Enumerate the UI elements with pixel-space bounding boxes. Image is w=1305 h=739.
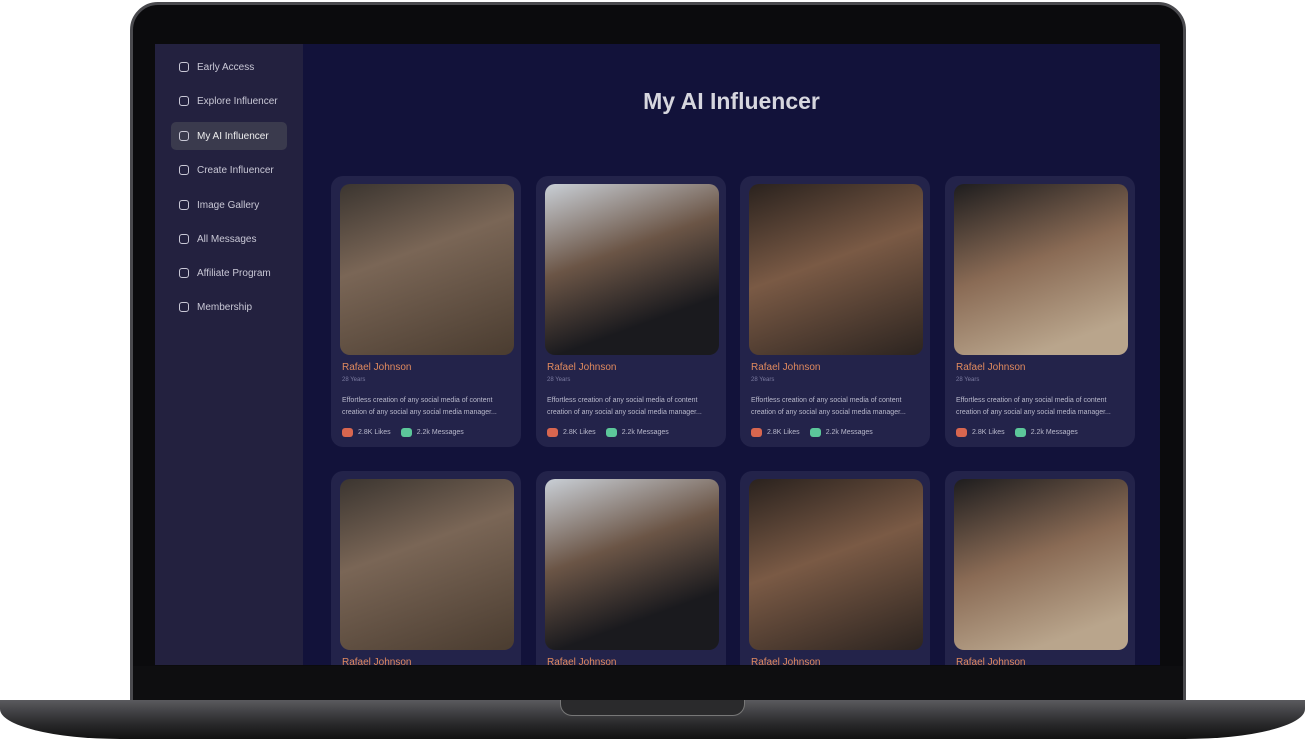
likes-count: 2.8K Likes — [972, 429, 1005, 436]
messages-icon — [400, 428, 412, 437]
likes-icon — [342, 428, 353, 437]
messages-count: 2.2k Messages — [825, 429, 873, 436]
influencer-photo — [340, 479, 514, 650]
sidebar-item-early-access[interactable]: Early Access — [171, 53, 287, 81]
sidebar-item-all-messages[interactable]: All Messages — [171, 225, 287, 253]
copy-icon — [179, 268, 189, 278]
influencer-name[interactable]: Rafael Johnson — [956, 362, 1026, 373]
influencer-photo — [954, 184, 1128, 355]
messages-count: 2.2k Messages — [1030, 429, 1078, 436]
influencer-name[interactable]: Rafael Johnson — [547, 362, 617, 373]
likes-count: 2.8K Likes — [563, 429, 596, 436]
influencer-stats: 2.8K Likes 2.2k Messages — [751, 428, 873, 437]
scan-user-icon — [179, 96, 189, 106]
influencer-name[interactable]: Rafael Johnson — [956, 657, 1026, 665]
influencer-stats: 2.8K Likes 2.2k Messages — [547, 428, 669, 437]
likes-count: 2.8K Likes — [767, 429, 800, 436]
influencer-card[interactable]: Rafael Johnson 28 Years Effortless creati… — [740, 176, 930, 447]
screen: Early Access Explore Influencer My AI Infl… — [155, 44, 1160, 665]
influencer-description: Effortless creation of any social media … — [956, 397, 1111, 416]
sidebar-item-my-ai-influencer[interactable]: My AI Influencer — [171, 122, 287, 150]
sidebar-item-label: All Messages — [197, 233, 257, 245]
image-icon — [179, 200, 189, 210]
sidebar-item-label: Create Influencer — [197, 164, 274, 176]
sidebar-item-affiliate-program[interactable]: Affiliate Program — [171, 259, 287, 287]
influencer-name[interactable]: Rafael Johnson — [342, 362, 412, 373]
sidebar-item-label: Membership — [197, 301, 253, 313]
influencer-card[interactable]: Rafael Johnson 28 Years Effortless creati… — [945, 176, 1135, 447]
influencer-card[interactable]: Rafael Johnson — [331, 471, 521, 665]
influencer-age: 28 Years — [956, 377, 980, 383]
influencer-name[interactable]: Rafael Johnson — [342, 657, 412, 665]
influencer-description: Effortless creation of any social media … — [751, 397, 906, 416]
sidebar-item-label: Image Gallery — [197, 199, 260, 211]
likes-icon — [956, 428, 967, 437]
messages-icon — [1014, 428, 1026, 437]
laptop-notch — [560, 700, 745, 716]
messages-count: 2.2k Messages — [416, 429, 464, 436]
influencer-photo — [340, 184, 514, 355]
influencer-age: 28 Years — [751, 377, 775, 383]
sidebar: Early Access Explore Influencer My AI Infl… — [155, 44, 303, 665]
influencer-card[interactable]: Rafael Johnson 28 Years Effortless creati… — [536, 176, 726, 447]
influencer-name[interactable]: Rafael Johnson — [751, 362, 821, 373]
influencer-name[interactable]: Rafael Johnson — [751, 657, 821, 665]
influencer-card[interactable]: Rafael Johnson — [945, 471, 1135, 665]
influencer-card[interactable]: Rafael Johnson 28 Years Effortless creati… — [331, 176, 521, 447]
likes-count: 2.8K Likes — [358, 429, 391, 436]
sidebar-item-explore-influencer[interactable]: Explore Influencer — [171, 87, 287, 115]
message-icon — [179, 234, 189, 244]
sidebar-item-membership[interactable]: Membership — [171, 293, 287, 321]
messages-icon — [605, 428, 617, 437]
chart-icon — [179, 302, 189, 312]
influencer-card[interactable]: Rafael Johnson — [740, 471, 930, 665]
influencer-description: Effortless creation of any social media … — [342, 397, 497, 416]
scan-user-icon — [179, 165, 189, 175]
influencer-photo — [545, 184, 719, 355]
influencer-age: 28 Years — [547, 377, 571, 383]
influencer-stats: 2.8K Likes 2.2k Messages — [956, 428, 1078, 437]
likes-icon — [547, 428, 558, 437]
sidebar-item-label: My AI Influencer — [197, 130, 269, 142]
influencer-age: 28 Years — [342, 377, 366, 383]
sidebar-item-label: Affiliate Program — [197, 267, 271, 279]
influencer-stats: 2.8K Likes 2.2k Messages — [342, 428, 464, 437]
influencer-photo — [749, 184, 923, 355]
influencer-card[interactable]: Rafael Johnson — [536, 471, 726, 665]
messages-icon — [809, 428, 821, 437]
influencer-name[interactable]: Rafael Johnson — [547, 657, 617, 665]
home-icon — [179, 62, 189, 72]
influencer-photo — [749, 479, 923, 650]
likes-icon — [751, 428, 762, 437]
influencer-photo — [954, 479, 1128, 650]
laptop-chin — [133, 666, 1183, 700]
sidebar-item-image-gallery[interactable]: Image Gallery — [171, 191, 287, 219]
sidebar-item-create-influencer[interactable]: Create Influencer — [171, 156, 287, 184]
influencer-description: Effortless creation of any social media … — [547, 397, 702, 416]
messages-count: 2.2k Messages — [621, 429, 669, 436]
sidebar-item-label: Explore Influencer — [197, 95, 278, 107]
influencer-photo — [545, 479, 719, 650]
user-circle-icon — [179, 131, 189, 141]
page-title: My AI Influencer — [643, 88, 820, 114]
sidebar-item-label: Early Access — [197, 61, 255, 73]
